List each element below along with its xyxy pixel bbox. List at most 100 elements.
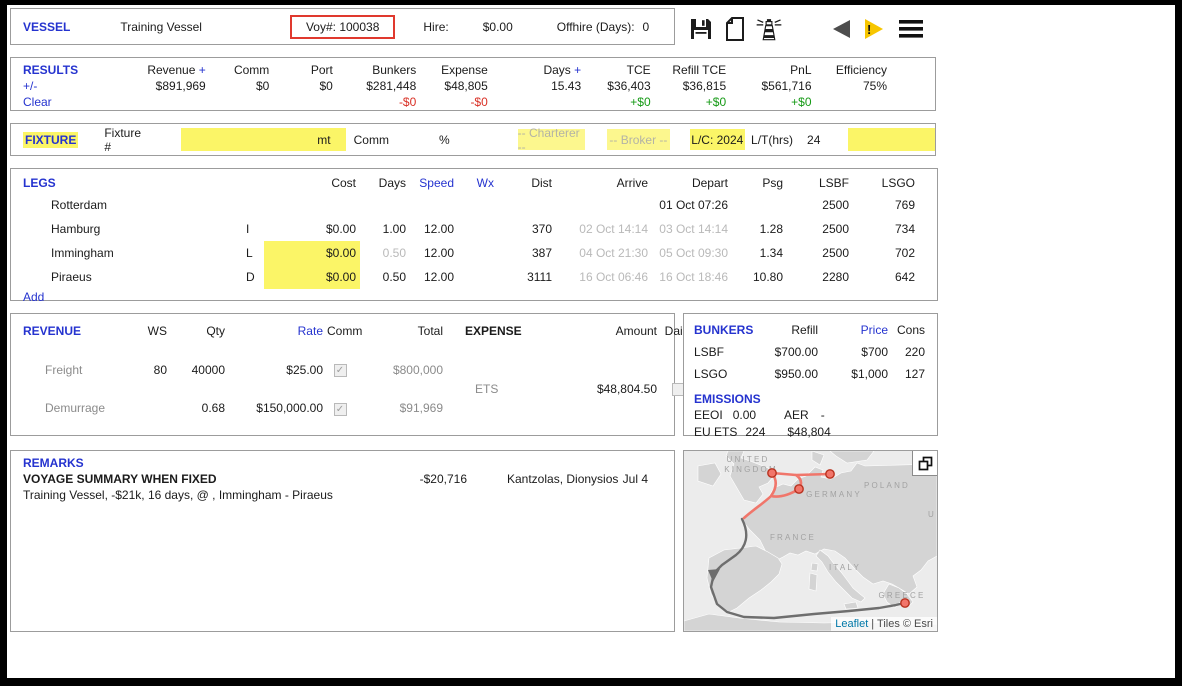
laycan-field[interactable]: L/C: 2024 <box>690 129 745 150</box>
add-leg-link[interactable]: Add <box>23 289 937 305</box>
svg-text:UNITED: UNITED <box>727 455 770 464</box>
demurrage-rate-value[interactable]: $150,000.00 <box>225 396 323 420</box>
leg-cost[interactable]: $0.00 <box>264 241 360 265</box>
bunkers-header-price[interactable]: Price <box>818 319 888 341</box>
demurrage-comm-checkbox[interactable] <box>334 403 347 416</box>
svg-text:U: U <box>928 510 936 519</box>
map-marker-rotterdam[interactable] <box>795 485 803 493</box>
app-window: VESSEL Training Vessel Voy#: 100038 Hire… <box>7 5 1175 678</box>
leg-depart: 05 Oct 09:30 <box>652 241 732 265</box>
eeoi-label: EEOI <box>694 407 723 424</box>
charterer-select[interactable]: -- Charterer -- <box>518 129 586 150</box>
leg-dist: 3111 <box>498 265 556 289</box>
map-marker-immingham[interactable] <box>768 469 776 477</box>
lsgo-price-value[interactable]: $1,000 <box>818 363 888 385</box>
freight-comm-checkbox[interactable] <box>334 364 347 377</box>
leg-port[interactable]: Hamburg <box>23 217 238 241</box>
map-expand-button[interactable] <box>912 451 937 476</box>
legs-header-psg: Psg <box>732 174 787 193</box>
lsgo-refill-value[interactable]: $950.00 <box>746 363 818 385</box>
revenue-header-qty: Qty <box>167 319 225 343</box>
legs-header-arrive: Arrive <box>556 174 652 193</box>
legs-header-lsbf: LSBF <box>787 174 853 193</box>
new-document-icon[interactable] <box>721 15 749 43</box>
aer-label: AER <box>784 407 809 424</box>
vessel-header-bar: VESSEL Training Vessel Voy#: 100038 Hire… <box>10 8 675 45</box>
lsbf-price-value[interactable]: $700 <box>818 341 888 363</box>
map-marker-hamburg[interactable] <box>826 470 834 478</box>
freight-qty-value[interactable]: 40000 <box>167 358 225 382</box>
results-header-refill-tce: Refill TCE <box>651 62 726 78</box>
revenue-header-ws: WS <box>127 319 167 343</box>
leg-days[interactable]: 1.00 <box>360 217 410 241</box>
legs-header-speed[interactable]: Speed <box>410 174 458 193</box>
leg-arrive: 04 Oct 21:30 <box>556 241 652 265</box>
results-value-comm: $0 <box>206 78 270 94</box>
results-value-bunkers: $281,448 <box>333 78 416 94</box>
leg-speed[interactable]: 12.00 <box>410 241 458 265</box>
expense-row-label: ETS <box>459 377 535 401</box>
vessel-section-label: VESSEL <box>23 20 70 34</box>
leg-type: D <box>238 265 264 289</box>
leg-cost[interactable]: $0.00 <box>264 217 360 241</box>
expense-header-amount: Amount <box>535 319 657 343</box>
vessel-name[interactable]: Training Vessel <box>120 20 202 34</box>
revenue-header-rate[interactable]: Rate <box>225 319 323 343</box>
revenue-header-total: Total <box>357 319 443 343</box>
leaflet-link[interactable]: Leaflet <box>835 618 868 630</box>
lighthouse-icon[interactable] <box>755 15 783 43</box>
back-icon[interactable] <box>827 15 855 43</box>
leg-days[interactable]: 0.50 <box>360 265 410 289</box>
bunker-fuel-label: LSBF <box>694 341 746 363</box>
freight-ws-value[interactable]: 80 <box>127 358 167 382</box>
freight-total-value: $800,000 <box>357 358 443 382</box>
results-plus-minus-link[interactable]: +/- <box>23 78 118 94</box>
leg-psg: 1.28 <box>732 217 787 241</box>
remark-entry-amount: -$20,716 <box>415 471 467 487</box>
leg-lsbf: 2500 <box>787 217 853 241</box>
leg-speed[interactable]: 12.00 <box>410 217 458 241</box>
revenue-plus-link[interactable]: + <box>199 63 206 77</box>
leg-days[interactable]: 0.50 <box>360 241 410 265</box>
leg-port[interactable]: Immingham <box>23 241 238 265</box>
revenue-title: REVENUE <box>23 319 127 343</box>
aer-value: - <box>821 407 825 424</box>
menu-icon[interactable] <box>897 15 925 43</box>
warning-icon[interactable]: ! <box>859 15 887 43</box>
results-clear-link[interactable]: Clear <box>23 94 118 110</box>
results-header-tce: TCE <box>581 62 651 78</box>
leg-port[interactable]: Rotterdam <box>23 193 238 217</box>
leg-lsbf: 2500 <box>787 193 853 217</box>
legs-header-dist: Dist <box>498 174 556 193</box>
freight-rate-value[interactable]: $25.00 <box>225 358 323 382</box>
remark-entry-title: VOYAGE SUMMARY WHEN FIXED <box>23 471 415 487</box>
legs-header-lsgo: LSGO <box>853 174 919 193</box>
leg-port[interactable]: Piraeus <box>23 265 238 289</box>
fixture-extra-input[interactable] <box>848 128 935 151</box>
eu-ets-value: 224 <box>745 424 765 441</box>
lsbf-refill-value[interactable]: $700.00 <box>746 341 818 363</box>
ets-amount-value[interactable]: $48,804.50 <box>535 377 657 401</box>
results-delta-tce: +$0 <box>581 94 651 110</box>
remark-entry-date: Jul 4 <box>623 471 648 487</box>
demurrage-qty-value[interactable]: 0.68 <box>167 396 225 420</box>
legs-panel: LEGS Cost Days Speed Wx Dist Arrive Depa… <box>10 168 938 301</box>
save-icon[interactable] <box>687 15 715 43</box>
leg-speed[interactable]: 12.00 <box>410 265 458 289</box>
broker-select[interactable]: -- Broker -- <box>607 129 669 150</box>
remarks-panel: REMARKS VOYAGE SUMMARY WHEN FIXED -$20,7… <box>10 450 675 632</box>
map-marker-piraeus[interactable] <box>901 599 909 607</box>
leg-type: I <box>238 217 264 241</box>
days-plus-link[interactable]: + <box>574 63 581 77</box>
results-header-efficiency: Efficiency <box>812 62 887 78</box>
demurrage-ws-value <box>127 396 167 420</box>
results-delta-bunkers: -$0 <box>333 94 416 110</box>
legs-header-wx[interactable]: Wx <box>458 174 498 193</box>
leg-arrive: 16 Oct 06:46 <box>556 265 652 289</box>
results-value-pnl: $561,716 <box>726 78 811 94</box>
route-map[interactable]: UNITED KINGDOM POLAND GERMANY FRANCE ITA… <box>683 450 938 632</box>
fixture-quantity-input[interactable]: mt <box>181 128 346 151</box>
results-header-days: Days + <box>488 62 581 78</box>
leg-lsgo: 642 <box>853 265 919 289</box>
leg-cost[interactable]: $0.00 <box>264 265 360 289</box>
